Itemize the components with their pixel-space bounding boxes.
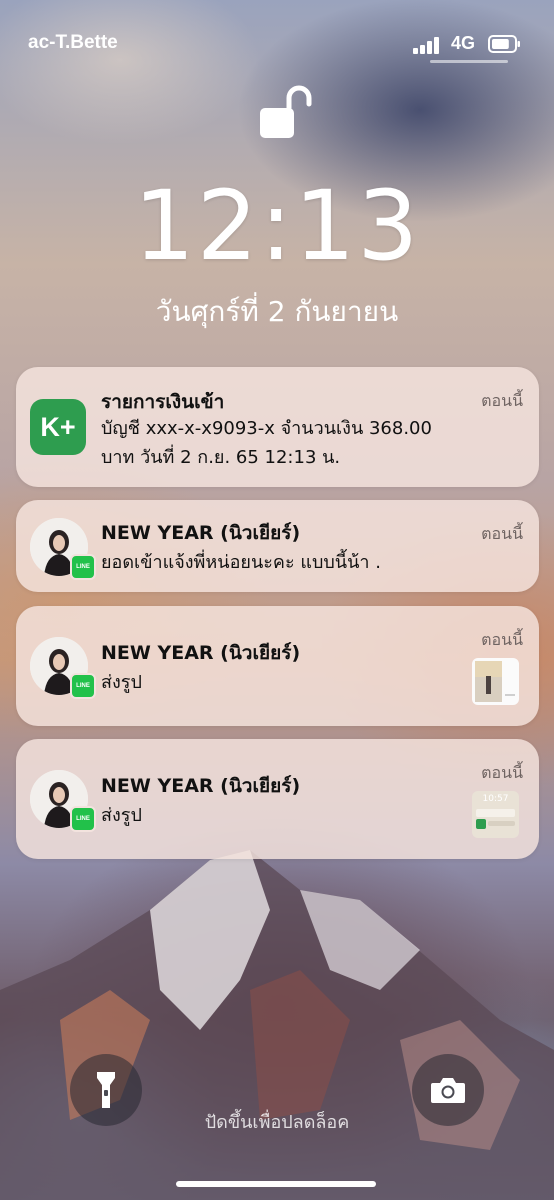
network-type: 4G <box>451 33 476 53</box>
wallpaper-mountain <box>0 850 554 1200</box>
carrier-name: ac-T.Bette <box>28 32 118 53</box>
unlocked-padlock-icon <box>260 85 312 138</box>
notification-body-line: บาท วันที่ 2 ก.ย. 65 12:13 น. <box>101 447 341 468</box>
line-app-badge-icon: LINE <box>70 673 96 699</box>
thumbnail-time-text: 10:57 <box>482 794 509 804</box>
notification-time: ตอนนี้ <box>481 391 523 410</box>
notification-body-line: บัญชี xxx-x-x9093-x จำนวนเงิน 368.00 <box>101 418 432 439</box>
flashlight-icon <box>97 1072 115 1108</box>
notification-title: รายการเงินเข้า <box>101 391 225 413</box>
notification-body: ยอดเข้าแจ้งพี่หน่อยนะคะ แบบนี้น้า . <box>101 552 381 573</box>
battery-icon <box>488 35 520 53</box>
notification-time: ตอนนี้ <box>481 630 523 649</box>
lock-screen-date: วันศุกร์ที่ 2 กันยายน <box>155 295 399 328</box>
swipe-up-hint: ปัดขึ้นเพื่อปลดล็อค <box>204 1112 350 1133</box>
notification-title: NEW YEAR (นิวเยียร์) <box>101 642 301 664</box>
status-underline <box>430 60 508 63</box>
notification-line[interactable]: LINE NEW YEAR (นิวเยียร์) ตอนนี้ ยอดเข้า… <box>16 500 539 592</box>
lock-screen-clock: 12:13 <box>133 170 421 282</box>
kplus-app-icon: K+ <box>30 399 86 455</box>
home-indicator[interactable] <box>176 1181 376 1187</box>
notification-body: ส่งรูป <box>101 672 142 693</box>
lock-screen: ac-T.Bette 4G 12:13 วันศุกร์ที่ 2 กันยาย… <box>0 0 554 1200</box>
notification-time: ตอนนี้ <box>481 524 523 543</box>
signal-bars-icon <box>413 36 443 54</box>
line-app-badge-icon: LINE <box>70 806 96 832</box>
photo-thumbnail <box>472 658 519 705</box>
notification-body: ส่งรูป <box>101 805 142 826</box>
notification-title: NEW YEAR (นิวเยียร์) <box>101 775 301 797</box>
camera-icon <box>431 1078 465 1103</box>
notification-line[interactable]: LINE NEW YEAR (นิวเยียร์) ตอนนี้ ส่งรูป … <box>16 739 539 859</box>
status-bar: ac-T.Bette 4G <box>0 30 554 60</box>
screenshot-thumbnail: 10:57 <box>472 791 519 838</box>
notification-time: ตอนนี้ <box>481 763 523 782</box>
line-app-badge-icon: LINE <box>70 554 96 580</box>
notification-kplus[interactable]: K+ รายการเงินเข้า ตอนนี้ บัญชี xxx-x-x90… <box>16 367 539 487</box>
notification-line[interactable]: LINE NEW YEAR (นิวเยียร์) ตอนนี้ ส่งรูป <box>16 606 539 726</box>
notification-title: NEW YEAR (นิวเยียร์) <box>101 522 301 544</box>
notification-body: บัญชี xxx-x-x9093-x จำนวนเงิน 368.00 บาท… <box>101 414 432 472</box>
